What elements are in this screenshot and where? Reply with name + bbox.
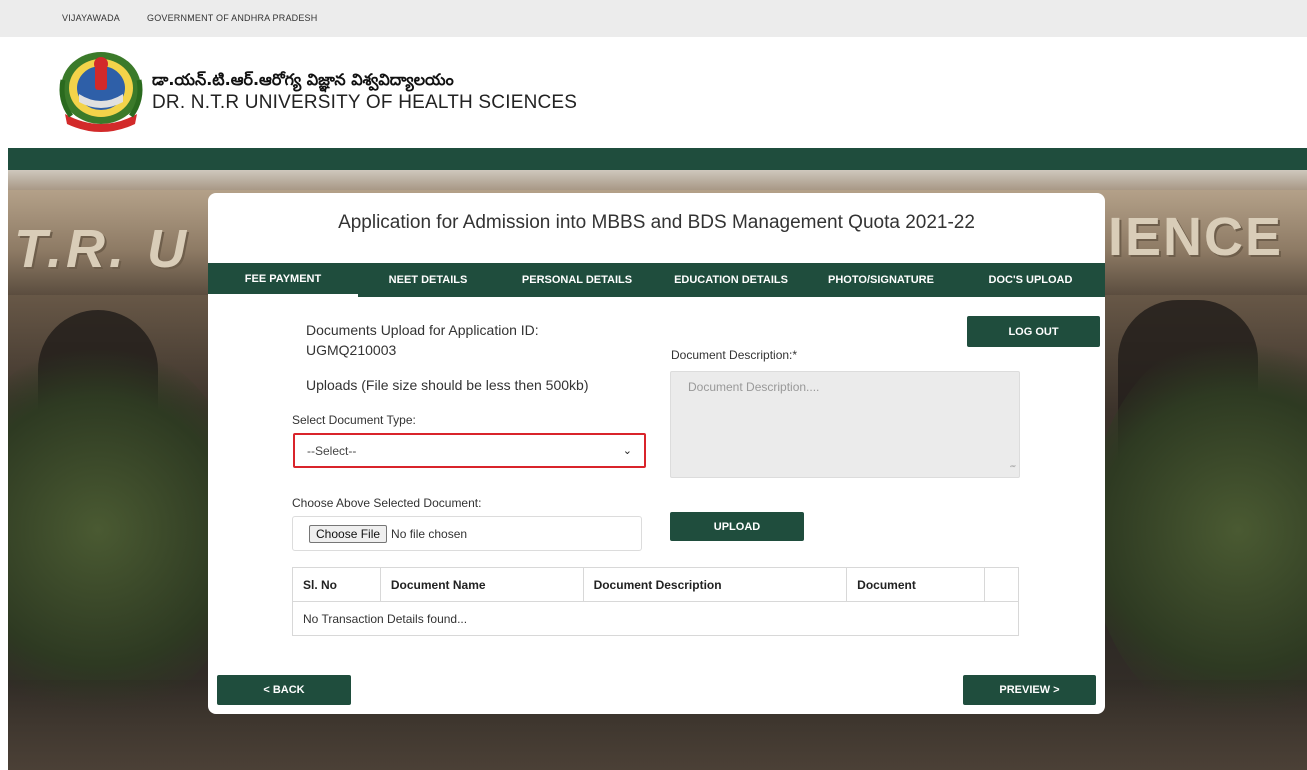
site-header: డా.యన్.టి.ఆర్.ఆరోగ్య విజ్ఞాన విశ్వవిద్యా… <box>8 37 1307 148</box>
column-header: Sl. No <box>292 567 381 602</box>
preview-button[interactable]: PREVIEW > <box>963 675 1096 705</box>
location-label: VIJAYAWADA <box>62 13 121 23</box>
column-header: Document Description <box>582 567 848 602</box>
table-header-row: Sl. No Document Name Document Descriptio… <box>292 567 1019 602</box>
tab-docs-upload[interactable]: DOC'S UPLOAD <box>956 263 1105 297</box>
step-tabs: FEE PAYMENT NEET DETAILS PERSONAL DETAIL… <box>208 263 1105 297</box>
government-label: GOVERNMENT OF ANDHRA PRADESH <box>147 13 318 23</box>
header-divider-bar <box>8 148 1307 170</box>
page-title: Application for Admission into MBBS and … <box>338 212 975 233</box>
file-size-note: Uploads (File size should be less then 5… <box>306 377 589 393</box>
tab-personal-details[interactable]: PERSONAL DETAILS <box>498 263 656 297</box>
logout-button[interactable]: LOG OUT <box>967 316 1100 347</box>
choose-document-label: Choose Above Selected Document: <box>292 496 482 510</box>
file-input[interactable]: Choose File No file chosen <box>292 516 642 551</box>
upload-button[interactable]: UPLOAD <box>670 512 804 541</box>
table-row: No Transaction Details found... <box>292 601 1019 636</box>
resize-grip-icon[interactable]: ⁗ <box>1010 464 1016 475</box>
empty-table-message: No Transaction Details found... <box>292 601 1019 636</box>
university-name-telugu: డా.యన్.టి.ఆర్.ఆరోగ్య విజ్ఞాన విశ్వవిద్యా… <box>152 70 454 89</box>
tab-fee-payment[interactable]: FEE PAYMENT <box>208 263 358 297</box>
tab-neet-details[interactable]: NEET DETAILS <box>358 263 498 297</box>
application-id: UGMQ210003 <box>306 342 397 358</box>
university-name-english: DR. N.T.R UNIVERSITY OF HEALTH SCIENCES <box>152 92 578 113</box>
application-card: Application for Admission into MBBS and … <box>208 193 1105 714</box>
university-seal-logo <box>59 52 143 132</box>
column-header <box>984 567 1019 602</box>
chevron-down-icon: ⌄ <box>622 445 632 457</box>
choose-file-button[interactable]: Choose File <box>309 524 388 543</box>
document-description-label: Document Description:* <box>671 348 798 362</box>
building-lettering-left: T.R. U <box>14 219 190 279</box>
document-type-select[interactable]: --Select-- ⌄ <box>293 433 646 468</box>
document-type-value: --Select-- <box>307 443 357 458</box>
tab-photo-signature[interactable]: PHOTO/SIGNATURE <box>806 263 956 297</box>
file-status-text: No file chosen <box>391 526 468 541</box>
column-header: Document Name <box>379 567 584 602</box>
column-header: Document <box>846 567 985 602</box>
top-strip: VIJAYAWADA GOVERNMENT OF ANDHRA PRADESH <box>0 0 1307 37</box>
sky-strip <box>8 170 1307 190</box>
documents-table: Sl. No Document Name Document Descriptio… <box>292 567 1019 636</box>
upload-heading: Documents Upload for Application ID: UGM… <box>306 320 626 360</box>
tab-education-details[interactable]: EDUCATION DETAILS <box>656 263 806 297</box>
document-description-input[interactable]: Document Description.... ⁗ <box>670 371 1020 478</box>
building-lettering-right: IENCE <box>1108 207 1284 267</box>
document-description-placeholder: Document Description.... <box>688 380 820 394</box>
document-type-label: Select Document Type: <box>292 413 416 427</box>
upload-heading-text: Documents Upload for Application ID: <box>306 322 539 338</box>
back-button[interactable]: < BACK <box>217 675 351 705</box>
